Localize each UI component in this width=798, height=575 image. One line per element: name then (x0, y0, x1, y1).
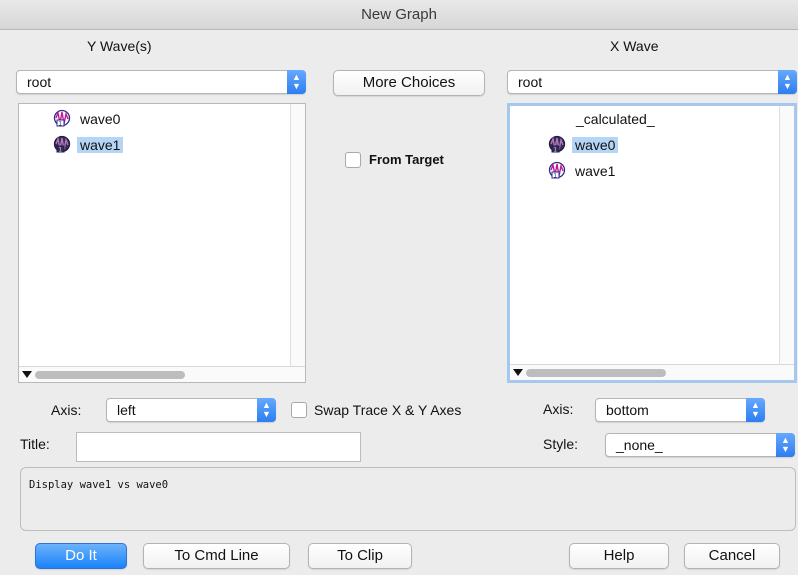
x-axis-label: Axis: (543, 401, 574, 417)
list-item[interactable]: 1 wave0 (53, 109, 123, 129)
do-it-button[interactable]: Do It (35, 543, 127, 569)
x-axis-value: bottom (606, 402, 649, 418)
list-item[interactable]: 1 wave1 (548, 161, 618, 181)
chevron-updown-icon: ▲ ▼ (257, 398, 276, 422)
scroll-down-arrow-icon[interactable] (513, 369, 523, 376)
x-axis-popup[interactable]: bottom ▲ ▼ (595, 398, 765, 422)
list-item-label: wave0 (572, 137, 619, 153)
wave-icon: 1 (53, 135, 72, 158)
swap-axes-checkbox[interactable] (291, 402, 307, 418)
to-clip-button[interactable]: To Clip (308, 543, 412, 569)
list-item-label: wave1 (575, 163, 616, 179)
style-value: _none_ (616, 437, 663, 453)
svg-text:1: 1 (553, 172, 557, 179)
vertical-scrollbar[interactable] (779, 106, 794, 364)
y-axis-value: left (117, 402, 136, 418)
wave-icon: 1 (53, 109, 72, 132)
window-title: New Graph (0, 0, 798, 30)
chevron-updown-icon: ▲ ▼ (287, 70, 306, 94)
horizontal-scrollbar[interactable] (510, 364, 794, 380)
scroll-thumb[interactable] (35, 371, 185, 379)
list-item[interactable]: 1 wave1 (53, 135, 124, 158)
list-item-label: _calculated_ (576, 111, 655, 127)
svg-text:1: 1 (553, 146, 557, 153)
command-text: Display wave1 vs wave0 (29, 479, 169, 491)
more-choices-button[interactable]: More Choices (333, 70, 485, 96)
chevron-updown-icon: ▲ ▼ (746, 398, 765, 422)
title-input[interactable] (76, 432, 361, 462)
list-item-label: wave0 (80, 111, 121, 127)
title-label: Title: (20, 436, 50, 452)
list-item[interactable]: _calculated_ (573, 109, 658, 129)
new-graph-dialog: New Graph Y Wave(s) X Wave root ▲ ▼ More … (0, 0, 798, 575)
help-button[interactable]: Help (569, 543, 669, 569)
y-folder-popup[interactable]: root ▲ ▼ (16, 70, 306, 94)
wave-icon: 1 (548, 161, 567, 184)
svg-text:1: 1 (58, 146, 62, 153)
y-waves-header: Y Wave(s) (87, 38, 152, 54)
cancel-button[interactable]: Cancel (684, 543, 780, 569)
x-wave-header: X Wave (610, 38, 659, 54)
style-popup[interactable]: _none_ ▲ ▼ (605, 433, 795, 457)
x-folder-popup[interactable]: root ▲ ▼ (507, 70, 797, 94)
svg-text:1: 1 (58, 120, 62, 127)
vertical-scrollbar[interactable] (290, 104, 305, 366)
chevron-updown-icon: ▲ ▼ (776, 433, 795, 457)
chevron-updown-icon: ▲ ▼ (778, 70, 797, 94)
x-wave-list[interactable]: _calculated_ 1 wave0 1 wave1 (507, 103, 797, 383)
list-item-label: wave1 (77, 137, 124, 153)
horizontal-scrollbar[interactable] (19, 366, 305, 382)
from-target-label: From Target (369, 152, 444, 167)
style-label: Style: (543, 436, 579, 452)
y-wave-list[interactable]: 1 wave0 1 wave1 (18, 103, 306, 383)
swap-axes-label: Swap Trace X & Y Axes (314, 402, 462, 418)
scroll-down-arrow-icon[interactable] (22, 371, 32, 378)
x-folder-value: root (518, 74, 543, 90)
y-axis-popup[interactable]: left ▲ ▼ (106, 398, 276, 422)
scroll-thumb[interactable] (526, 369, 666, 377)
wave-icon: 1 (548, 135, 567, 158)
command-preview: Display wave1 vs wave0 (20, 467, 796, 531)
to-cmd-line-button[interactable]: To Cmd Line (143, 543, 290, 569)
list-item[interactable]: 1 wave0 (548, 135, 619, 158)
y-axis-label: Axis: (51, 402, 82, 418)
from-target-checkbox[interactable] (345, 152, 361, 168)
y-folder-value: root (27, 74, 52, 90)
